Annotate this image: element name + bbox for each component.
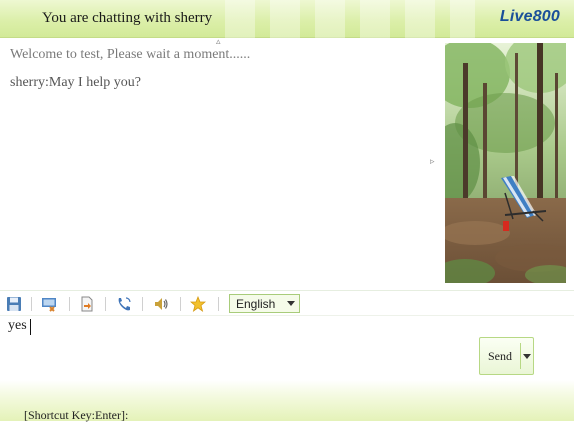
sound-icon[interactable]: [152, 295, 170, 313]
language-select[interactable]: English: [229, 294, 300, 313]
toolbar-divider: [180, 297, 181, 311]
toolbar-divider: [31, 297, 32, 311]
toolbar-divider: [142, 297, 143, 311]
toolbar-divider: [218, 297, 219, 311]
send-button[interactable]: Send: [480, 338, 520, 374]
chevron-down-icon: [287, 301, 295, 306]
send-options-button[interactable]: [521, 338, 533, 374]
message-input[interactable]: [8, 318, 468, 378]
text-caret: [30, 319, 31, 335]
call-icon[interactable]: [115, 295, 133, 313]
toolbar-divider: [69, 297, 70, 311]
chat-transcript: Welcome to test, Please wait a moment...…: [0, 40, 432, 288]
chat-header: You are chatting with sherry Live800: [0, 0, 574, 38]
favorite-star-icon[interactable]: [189, 295, 207, 313]
forest-deckchair-photo: [445, 43, 566, 283]
agent-message: sherry:May I help you?: [10, 75, 142, 90]
send-file-icon[interactable]: [78, 295, 96, 313]
chevron-down-icon: [523, 354, 531, 359]
toolbar-divider: [105, 297, 106, 311]
header-decoration: [225, 0, 475, 38]
send-button-group: Send: [479, 337, 534, 375]
save-icon[interactable]: [5, 295, 23, 313]
language-selected: English: [236, 297, 276, 311]
collapse-right-icon[interactable]: ▹: [430, 157, 435, 167]
chat-footer: [Shortcut Key:Enter]:: [0, 380, 574, 422]
live800-logo: Live800: [499, 8, 560, 25]
screenshot-icon[interactable]: [41, 295, 59, 313]
input-toolbar: English: [0, 290, 574, 316]
chat-title: You are chatting with sherry: [42, 10, 213, 26]
welcome-message: Welcome to test, Please wait a moment...…: [10, 47, 251, 62]
